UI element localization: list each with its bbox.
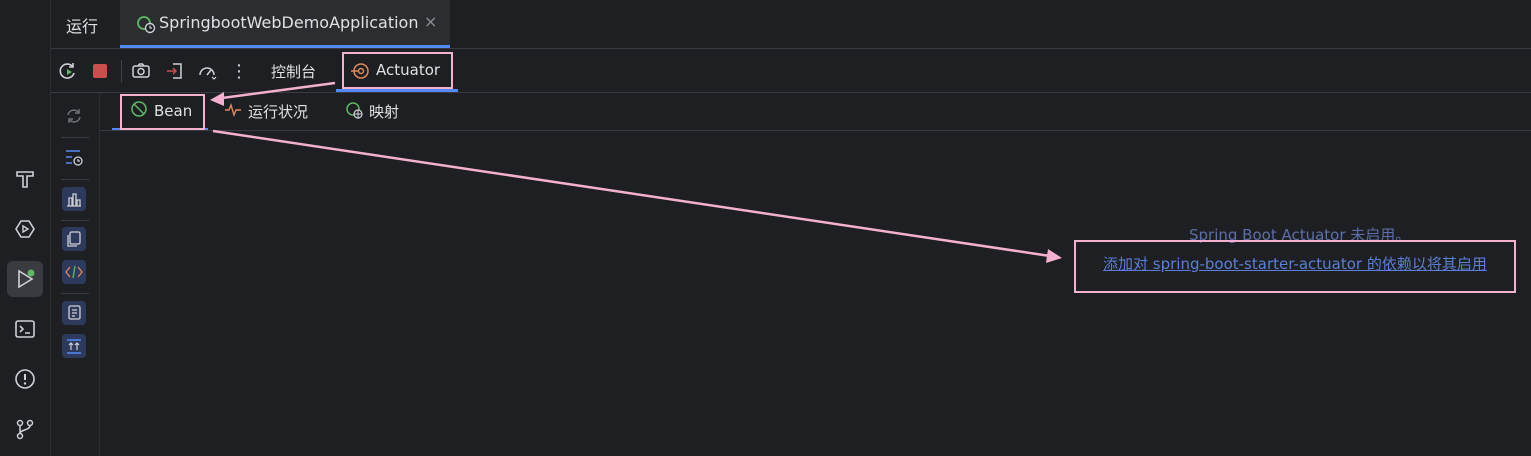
arrow-to-bean: [221, 81, 336, 100]
arrowhead-link: [1046, 249, 1062, 263]
arrowhead-bean: [210, 92, 224, 106]
arrow-to-link: [212, 129, 1051, 258]
annotation-arrows: [210, 81, 1062, 263]
